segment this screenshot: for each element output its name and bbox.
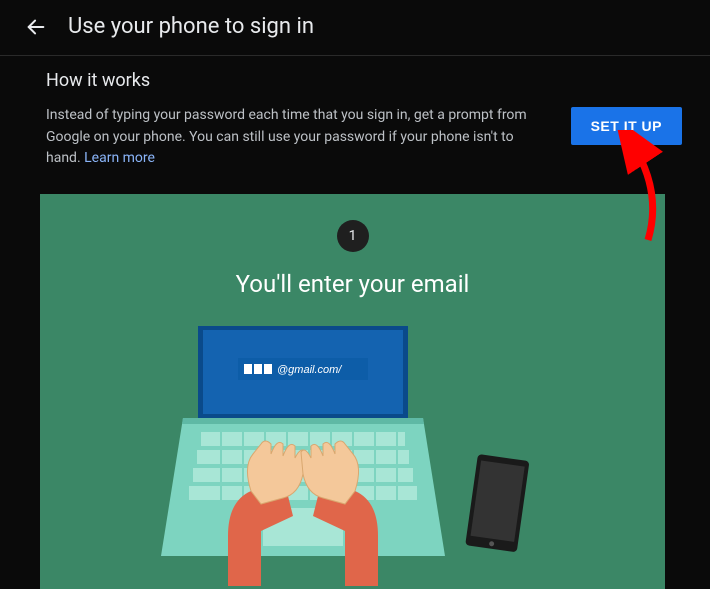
learn-more-link[interactable]: Learn more	[84, 150, 155, 166]
content-area: How it works Instead of typing your pass…	[0, 56, 710, 589]
arrow-left-icon	[25, 16, 47, 38]
intro-row: Instead of typing your password each tim…	[46, 105, 682, 170]
email-placeholder-text: @gmail.com/	[277, 364, 342, 376]
page-header: Use your phone to sign in	[0, 0, 710, 56]
section-description: Instead of typing your password each tim…	[46, 105, 549, 170]
illustration: @gmail.com/	[143, 326, 563, 586]
step-number-badge: 1	[337, 220, 369, 252]
step-card: 1 You'll enter your email @gmail.com/	[40, 194, 665, 589]
section-title: How it works	[46, 70, 682, 91]
back-button[interactable]	[24, 15, 48, 39]
laptop-hands-phone-illustration: @gmail.com/	[143, 326, 563, 586]
step-title: You'll enter your email	[40, 270, 665, 298]
page-title: Use your phone to sign in	[68, 14, 314, 39]
set-it-up-button[interactable]: SET IT UP	[571, 107, 682, 145]
